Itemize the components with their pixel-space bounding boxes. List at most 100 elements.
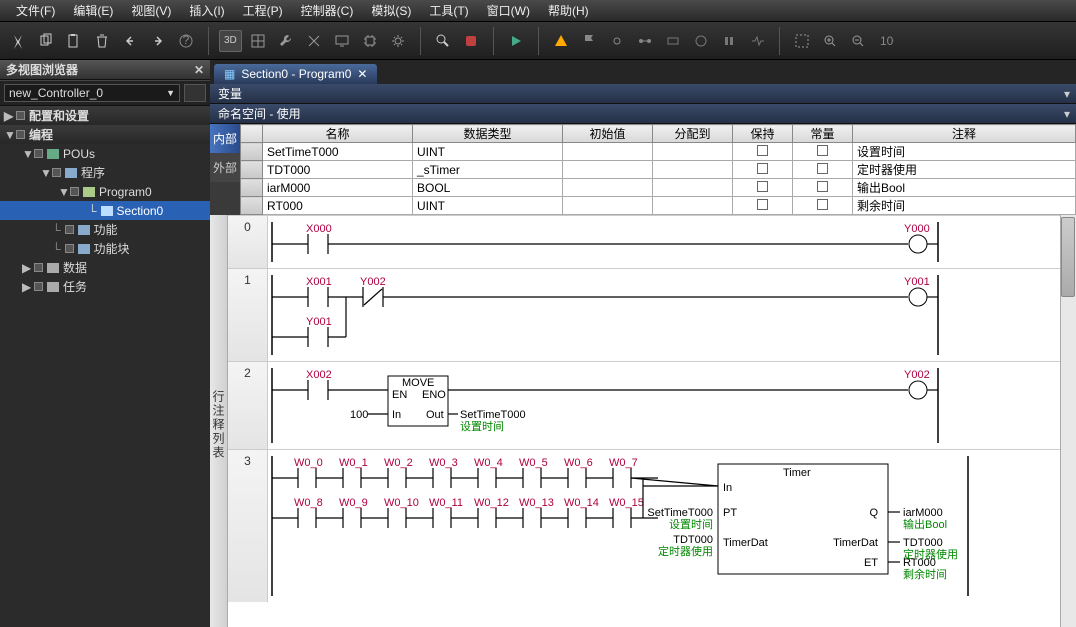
cut-icon[interactable] <box>6 29 30 53</box>
tab-section0[interactable]: ▦ Section0 - Program0 ✕ <box>214 64 377 84</box>
tree-functions[interactable]: └功能 <box>0 220 210 239</box>
menu-file[interactable]: 文件(F) <box>8 0 63 21</box>
menu-edit[interactable]: 编辑(E) <box>65 0 121 21</box>
dbg3-icon[interactable] <box>717 29 741 53</box>
svg-text:PT: PT <box>723 507 737 519</box>
svg-text:Q: Q <box>869 507 878 519</box>
variable-table[interactable]: 名称 数据类型 初始值 分配到 保持 常量 注释 SetTimeT000UINT… <box>240 124 1076 215</box>
link-icon[interactable] <box>605 29 629 53</box>
svg-text:TDT000: TDT000 <box>903 537 943 549</box>
menu-help[interactable]: 帮助(H) <box>540 0 597 21</box>
table-row: SetTimeT000UINT设置时间 <box>241 143 1076 161</box>
paste-icon[interactable] <box>62 29 86 53</box>
rung-0[interactable]: 0 X000 Y000 <box>228 215 1076 268</box>
tree-program0[interactable]: ▼Program0 <box>0 182 210 201</box>
svg-text:W0_14: W0_14 <box>564 497 599 509</box>
tree-programming[interactable]: ▼编程 <box>0 125 210 144</box>
svg-text:EN: EN <box>392 389 407 401</box>
zoom-100-icon[interactable]: 100 <box>874 29 898 53</box>
grid-icon[interactable] <box>246 29 270 53</box>
svg-text:W0_0: W0_0 <box>294 457 323 469</box>
svg-text:100: 100 <box>880 34 894 48</box>
run-icon[interactable] <box>504 29 528 53</box>
menu-simulate[interactable]: 模拟(S) <box>363 0 419 21</box>
vertical-scrollbar[interactable] <box>1060 215 1076 627</box>
vartab-external[interactable]: 外部 <box>210 153 240 182</box>
tree-tasks[interactable]: ▶任务 <box>0 277 210 296</box>
table-row: RT000UINT剩余时间 <box>241 197 1076 215</box>
rung-3[interactable]: 3 W0_0W0_1W0_2W0_3W0_4W0_5W0_6W0_7 W0_8W… <box>228 449 1076 602</box>
dbg1-icon[interactable] <box>661 29 685 53</box>
menu-insert[interactable]: 插入(I) <box>181 0 232 21</box>
undo-icon[interactable] <box>118 29 142 53</box>
svg-text:Y001: Y001 <box>306 316 332 328</box>
svg-text:W0_15: W0_15 <box>609 497 644 509</box>
variables-header[interactable]: 变量 <box>210 84 1076 104</box>
tree-config[interactable]: ▶配置和设置 <box>0 106 210 125</box>
tree-functionblocks[interactable]: └功能块 <box>0 239 210 258</box>
svg-text:W0_9: W0_9 <box>339 497 368 509</box>
svg-text:剩余时间: 剩余时间 <box>903 567 947 581</box>
stop-icon[interactable] <box>459 29 483 53</box>
svg-text:设置时间: 设置时间 <box>460 420 504 433</box>
gear-icon[interactable] <box>386 29 410 53</box>
svg-text:输出Bool: 输出Bool <box>903 517 947 531</box>
warning-icon[interactable] <box>549 29 573 53</box>
table-row: TDT000_sTimer定时器使用 <box>241 161 1076 179</box>
svg-text:TimerDat: TimerDat <box>723 537 768 549</box>
zoom-in-icon[interactable] <box>818 29 842 53</box>
controller-props-button[interactable] <box>184 84 206 102</box>
svg-text:W0_3: W0_3 <box>429 457 458 469</box>
svg-text:X002: X002 <box>306 369 332 381</box>
menu-window[interactable]: 窗口(W) <box>479 0 538 21</box>
search-icon[interactable] <box>431 29 455 53</box>
monitor-icon[interactable] <box>330 29 354 53</box>
namespace-header[interactable]: 命名空间 - 使用 <box>210 104 1076 124</box>
dbg4-icon[interactable] <box>745 29 769 53</box>
svg-text:W0_7: W0_7 <box>609 457 638 469</box>
svg-text:W0_6: W0_6 <box>564 457 593 469</box>
delete-icon[interactable] <box>90 29 114 53</box>
svg-text:SetTimeT000: SetTimeT000 <box>647 507 713 519</box>
svg-text:100: 100 <box>350 409 368 421</box>
panel-title: 多视图浏览器 <box>6 61 78 78</box>
svg-text:W0_8: W0_8 <box>294 497 323 509</box>
copy-icon[interactable] <box>34 29 58 53</box>
rung-1[interactable]: 1 X001 Y002 <box>228 268 1076 361</box>
svg-text:W0_11: W0_11 <box>429 497 463 509</box>
crossref-icon[interactable] <box>302 29 326 53</box>
wrench-icon[interactable] <box>274 29 298 53</box>
svg-text:RT000: RT000 <box>903 557 936 569</box>
rung-comment-tab[interactable]: 行注释列表 <box>210 215 228 627</box>
svg-text:定时器使用: 定时器使用 <box>658 544 713 558</box>
svg-text:In: In <box>723 482 732 494</box>
3d-button[interactable]: 3D <box>219 30 242 52</box>
menu-view[interactable]: 视图(V) <box>123 0 179 21</box>
controller-combo[interactable]: new_Controller_0▼ <box>4 84 180 102</box>
svg-text:TimerDat: TimerDat <box>833 537 878 549</box>
tab-close-icon[interactable]: ✕ <box>357 67 367 81</box>
tree-pous[interactable]: ▼POUs <box>0 144 210 163</box>
menu-project[interactable]: 工程(P) <box>235 0 291 21</box>
rung-2[interactable]: 2 X002 MOVE EN ENO <box>228 361 1076 449</box>
flag-icon[interactable] <box>577 29 601 53</box>
svg-text:W0_5: W0_5 <box>519 457 548 469</box>
svg-text:MOVE: MOVE <box>402 377 434 389</box>
zoom-out-icon[interactable] <box>846 29 870 53</box>
left-panel: 多视图浏览器 ✕ new_Controller_0▼ ▶配置和设置 ▼编程 ▼P… <box>0 60 210 627</box>
tree-section0[interactable]: └Section0 <box>0 201 210 220</box>
redo-icon[interactable] <box>146 29 170 53</box>
variable-section: 内部 外部 名称 数据类型 初始值 分配到 保持 常量 注释 SetTimeT0 <box>210 124 1076 215</box>
tree-programs[interactable]: ▼程序 <box>0 163 210 182</box>
vartab-internal[interactable]: 内部 <box>210 124 240 153</box>
zoom-fit-icon[interactable] <box>790 29 814 53</box>
dbg2-icon[interactable] <box>689 29 713 53</box>
help-icon[interactable]: ? <box>174 29 198 53</box>
menu-controller[interactable]: 控制器(C) <box>293 0 362 21</box>
ladder-editor[interactable]: 行注释列表 0 X000 Y000 <box>210 215 1076 627</box>
panel-close-icon[interactable]: ✕ <box>194 63 204 77</box>
node-icon[interactable] <box>633 29 657 53</box>
menu-tools[interactable]: 工具(T) <box>421 0 476 21</box>
chip-icon[interactable] <box>358 29 382 53</box>
tree-data[interactable]: ▶数据 <box>0 258 210 277</box>
